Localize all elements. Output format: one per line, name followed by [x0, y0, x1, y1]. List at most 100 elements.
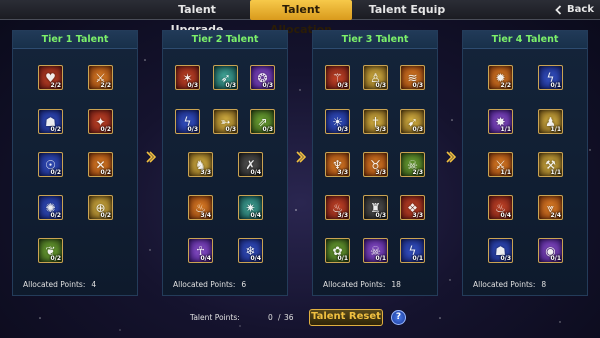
points: 0/4: [200, 255, 211, 262]
fire-slash-icon[interactable]: ✶ 0/3: [175, 65, 200, 90]
points: 0/2: [50, 212, 61, 219]
points: 0/3: [375, 212, 386, 219]
flame-warrior-icon[interactable]: ♨ 0/4: [488, 195, 513, 220]
blood-strike-icon[interactable]: ✗ 0/4: [238, 152, 263, 177]
target-icon[interactable]: ⊕ 0/2: [88, 195, 113, 220]
spark-icon[interactable]: ϟ 0/1: [400, 238, 425, 263]
claw-strike-icon[interactable]: ✕ 0/2: [88, 152, 113, 177]
back-button[interactable]: Back: [554, 0, 594, 20]
points: 0/4: [250, 255, 261, 262]
points: 0/3: [500, 255, 511, 262]
points: 0/2: [50, 169, 61, 176]
points: 2/4: [550, 212, 561, 219]
claw-marks-icon[interactable]: ≋ 0/3: [400, 65, 425, 90]
fire-sword-icon[interactable]: ⚔ 1/1: [488, 152, 513, 177]
shield-guard-icon[interactable]: ☉ 0/2: [38, 152, 63, 177]
flame-icon[interactable]: ♨ 3/4: [188, 195, 213, 220]
talent-reset-button[interactable]: Talent Reset: [309, 309, 383, 326]
shadow-blast-icon[interactable]: ✸ 1/1: [488, 109, 513, 134]
heart-icon[interactable]: ♥ 2/2: [38, 65, 63, 90]
tab-talent-upgrade[interactable]: Talent Upgrade: [150, 0, 244, 36]
points: 0/3: [262, 82, 273, 89]
arcane-swirl-icon[interactable]: ❂ 0/3: [250, 65, 275, 90]
fire-pillar-icon[interactable]: ♆ 3/3: [325, 152, 350, 177]
tier-4-panel: Tier 4 Talent ✹ 2/2 ϟ 0/1 ✸ 1/1 ♟ 1/1 ⚔ 1/1 ⚒…: [462, 30, 588, 296]
talent-points-separator: /: [278, 313, 281, 322]
points: 0/3: [225, 82, 236, 89]
allocated-value: 6: [241, 280, 247, 289]
points: 2/2: [500, 82, 511, 89]
warrior-icon[interactable]: ♞ 3/3: [188, 152, 213, 177]
twin-daggers-icon[interactable]: † 3/3: [363, 109, 388, 134]
points: 3/3: [337, 169, 348, 176]
allocated-label: Allocated Points:: [173, 280, 236, 289]
points: 0/4: [500, 212, 511, 219]
void-orb-icon[interactable]: ◉ 0/1: [538, 238, 563, 263]
points: 0/3: [187, 126, 198, 133]
sword-slash-icon[interactable]: ⚔ 2/2: [88, 65, 113, 90]
back-arrow-icon: [555, 5, 562, 15]
warrior-stance-icon[interactable]: ♟ 1/1: [538, 109, 563, 134]
explosion-icon[interactable]: ✹ 2/2: [488, 65, 513, 90]
points: 3/3: [412, 212, 423, 219]
points: 1/1: [500, 126, 511, 133]
poison-icon[interactable]: ✿ 0/1: [325, 238, 350, 263]
points: 0/1: [550, 82, 561, 89]
tab-talent-equip[interactable]: Talent Equip: [362, 0, 452, 20]
points: 0/3: [187, 82, 198, 89]
allocated-label: Allocated Points:: [323, 280, 386, 289]
allocated-value: 18: [391, 280, 401, 289]
star-burst-icon[interactable]: ✷ 0/4: [238, 195, 263, 220]
wind-blade-icon[interactable]: ➶ 0/3: [213, 65, 238, 90]
points: 0/3: [225, 126, 236, 133]
horned-helm-icon[interactable]: ♉ 3/3: [363, 152, 388, 177]
points: 1/1: [550, 169, 561, 176]
sun-icon[interactable]: ☀ 0/3: [325, 109, 350, 134]
blade-icon[interactable]: ⚚ 0/3: [325, 65, 350, 90]
hammer-icon[interactable]: ⚒ 1/1: [538, 152, 563, 177]
phoenix-icon[interactable]: ❖ 3/3: [400, 195, 425, 220]
tier-1-panel: Tier 1 Talent ♥ 2/2 ⚔ 2/2 ☗ 0/2 ✦ 0/2 ☉ 0/2 ✕…: [12, 30, 138, 296]
green-beast-icon[interactable]: ❦ 0/2: [38, 238, 63, 263]
chain-lightning-icon[interactable]: ϟ 0/1: [538, 65, 563, 90]
fang-icon[interactable]: ⩔ 2/4: [538, 195, 563, 220]
hooded-mage-icon[interactable]: ☗ 0/2: [38, 109, 63, 134]
tier-3-title: Tier 3 Talent: [313, 31, 437, 49]
tab-talent-allocation[interactable]: Talent Allocation: [250, 0, 352, 36]
points: 0/2: [50, 126, 61, 133]
spear-thrust-icon[interactable]: ➹ 0/3: [400, 109, 425, 134]
points: 0/1: [412, 255, 423, 262]
points: 0/2: [50, 255, 61, 262]
monster-icon[interactable]: ☠ 2/3: [400, 152, 425, 177]
points: 0/4: [250, 169, 261, 176]
dark-knight-icon[interactable]: ♜ 0/3: [363, 195, 388, 220]
lightning-icon[interactable]: ϟ 0/3: [175, 109, 200, 134]
tier-2-allocated: Allocated Points: 6: [173, 280, 246, 289]
skull-icon[interactable]: ☠ 0/1: [363, 238, 388, 263]
light-burst-icon[interactable]: ✺ 0/2: [38, 195, 63, 220]
figure-icon[interactable]: ♙ 0/3: [363, 65, 388, 90]
points: 0/3: [412, 82, 423, 89]
bow-icon[interactable]: ➳ 0/3: [213, 109, 238, 134]
points: 3/4: [200, 212, 211, 219]
inferno-icon[interactable]: ♨ 3/3: [325, 195, 350, 220]
talent-points-label: Talent Points:: [190, 313, 240, 322]
tier-2-title: Tier 2 Talent: [163, 31, 287, 49]
ghost-icon[interactable]: ☗ 0/3: [488, 238, 513, 263]
points: 3/3: [200, 169, 211, 176]
points: 0/3: [375, 82, 386, 89]
arrow-volley-icon[interactable]: ⇗ 0/3: [250, 109, 275, 134]
tier-4-title: Tier 4 Talent: [463, 31, 587, 49]
points: 1/1: [550, 126, 561, 133]
blade-burst-icon[interactable]: ✦ 0/2: [88, 109, 113, 134]
points: 2/2: [100, 82, 111, 89]
summoner-icon[interactable]: ☥ 0/4: [188, 238, 213, 263]
points: 0/1: [337, 255, 348, 262]
storm-icon[interactable]: ❄ 0/4: [238, 238, 263, 263]
allocated-label: Allocated Points:: [473, 280, 536, 289]
help-icon[interactable]: ?: [391, 310, 406, 325]
points: 0/3: [337, 82, 348, 89]
points: 0/3: [412, 126, 423, 133]
allocated-value: 4: [91, 280, 97, 289]
chevron-right-icon: [296, 151, 306, 163]
